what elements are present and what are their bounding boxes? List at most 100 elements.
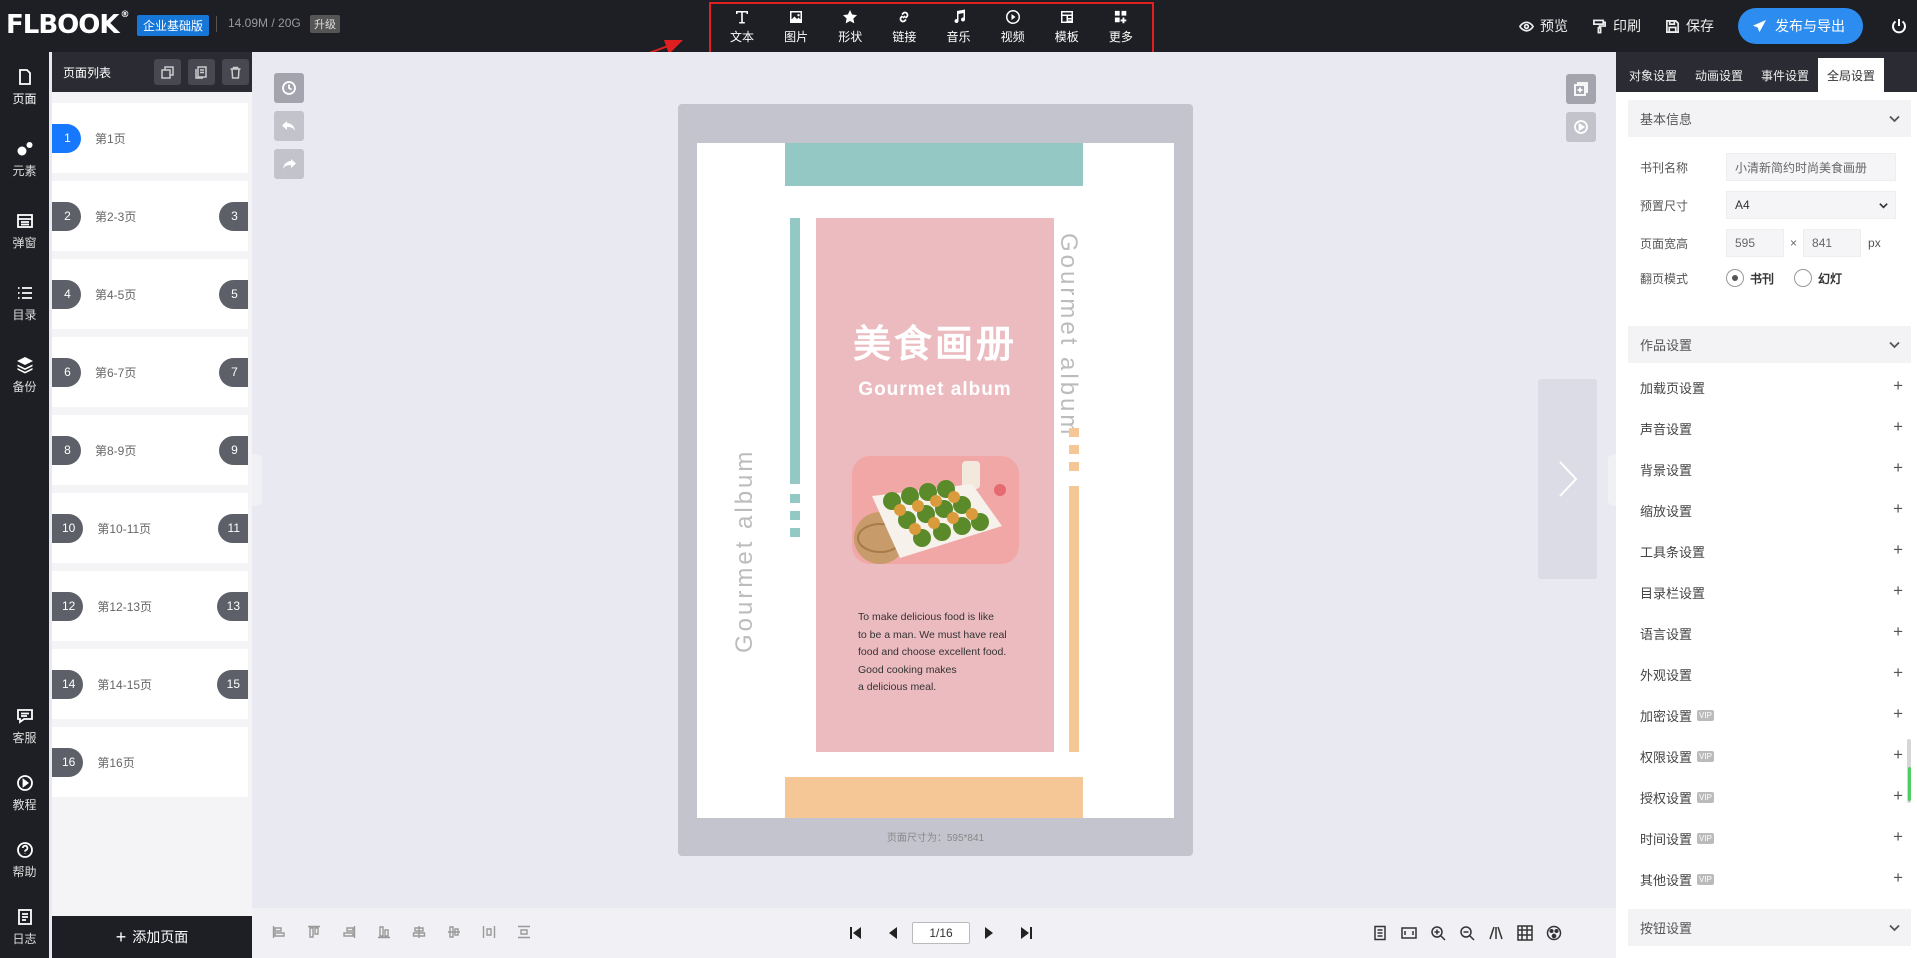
bottom-peach-band[interactable]	[785, 777, 1083, 818]
right-peach-bar[interactable]	[1069, 486, 1079, 752]
last-page-button[interactable]	[1018, 926, 1036, 940]
color-theme-button[interactable]	[1546, 925, 1562, 941]
tool-video[interactable]: 视频	[989, 9, 1037, 45]
nav-support[interactable]: 客服	[0, 707, 49, 746]
align-center-button[interactable]	[412, 925, 426, 939]
play-preview-button[interactable]	[1566, 112, 1596, 142]
works-setting-item[interactable]: 其他设置 VIP +	[1640, 868, 1903, 889]
expand-plus-icon[interactable]: +	[1893, 540, 1903, 560]
works-setting-item[interactable]: 加载页设置 +	[1640, 376, 1903, 397]
nav-pages[interactable]: 页面	[0, 68, 49, 107]
app-logo[interactable]: FLBOOK ®	[6, 10, 130, 40]
undo-button[interactable]	[274, 111, 304, 141]
zoom-out-button[interactable]	[1459, 925, 1475, 941]
history-button[interactable]	[274, 73, 304, 103]
zoom-in-button[interactable]	[1430, 925, 1446, 941]
page-list-item[interactable]: 2 第2-3页 3	[52, 181, 248, 251]
page-list-item[interactable]: 4 第4-5页 5	[52, 259, 248, 329]
top-teal-band[interactable]	[785, 143, 1083, 186]
book-name-input[interactable]: 小清新简约时尚美食画册	[1726, 153, 1896, 181]
tool-shape[interactable]: 形状	[826, 9, 874, 45]
page-list-item[interactable]: 6 第6-7页 7	[52, 337, 248, 407]
mode-slide-radio[interactable]: 幻灯	[1794, 269, 1842, 287]
publish-export-button[interactable]: 发布与导出	[1738, 8, 1863, 44]
left-vertical-text[interactable]: Gourmet album	[731, 449, 758, 653]
page-width-input[interactable]: 595	[1726, 229, 1784, 257]
works-settings-header[interactable]: 作品设置	[1628, 326, 1911, 363]
works-setting-item[interactable]: 加密设置 VIP +	[1640, 704, 1903, 725]
teal-dot[interactable]	[790, 494, 800, 503]
expand-plus-icon[interactable]: +	[1893, 499, 1903, 519]
tool-text[interactable]: 文本	[718, 9, 766, 45]
works-setting-item[interactable]: 目录栏设置 +	[1640, 581, 1903, 602]
mode-book-radio[interactable]: 书刊	[1726, 269, 1774, 287]
works-setting-item[interactable]: 缩放设置 +	[1640, 499, 1903, 520]
cover-title-cn[interactable]: 美食画册	[816, 313, 1054, 368]
expand-plus-icon[interactable]: +	[1893, 622, 1903, 642]
works-setting-item[interactable]: 语言设置 +	[1640, 622, 1903, 643]
page-list-item[interactable]: 14 第14-15页 15	[52, 649, 248, 719]
align-left-button[interactable]	[272, 925, 286, 939]
expand-plus-icon[interactable]: +	[1893, 868, 1903, 888]
basic-info-header[interactable]: 基本信息	[1628, 100, 1911, 137]
expand-plus-icon[interactable]: +	[1893, 376, 1903, 396]
expand-plus-icon[interactable]: +	[1893, 417, 1903, 437]
logout-button[interactable]	[1881, 0, 1917, 52]
tool-link[interactable]: 链接	[880, 9, 928, 45]
print-button[interactable]: 印刷	[1592, 16, 1641, 36]
right-vertical-text[interactable]: Gourmet album	[1055, 233, 1082, 437]
nav-popups[interactable]: 弹窗	[0, 212, 49, 251]
works-setting-item[interactable]: 背景设置 +	[1640, 458, 1903, 479]
delete-page-button[interactable]	[222, 59, 249, 85]
works-setting-item[interactable]: 时间设置 VIP +	[1640, 827, 1903, 848]
page-list-item[interactable]: 10 第10-11页 11	[52, 493, 248, 563]
teal-dot[interactable]	[790, 528, 800, 537]
button-settings-header[interactable]: 按钮设置	[1628, 909, 1911, 946]
page-canvas[interactable]: Gourmet album Gourmet album 美食画册 Gourmet…	[697, 143, 1174, 818]
upgrade-button[interactable]: 升级	[310, 15, 340, 33]
save-button[interactable]: 保存	[1665, 16, 1714, 36]
spread-view-button[interactable]	[1401, 925, 1417, 941]
expand-plus-icon[interactable]: +	[1893, 786, 1903, 806]
cover-body-text[interactable]: To make delicious food is like to be a m…	[858, 609, 1048, 697]
collapse-left-handle[interactable]	[252, 454, 262, 506]
nav-help[interactable]: 帮助	[0, 841, 49, 880]
expand-plus-icon[interactable]: +	[1893, 581, 1903, 601]
tab-global-settings[interactable]: 全局设置	[1818, 58, 1885, 92]
works-setting-item[interactable]: 权限设置 VIP +	[1640, 745, 1903, 766]
page-number-input[interactable]: 1/16	[912, 922, 970, 944]
peach-dot[interactable]	[1069, 428, 1079, 437]
align-right-button[interactable]	[342, 925, 356, 939]
expand-plus-icon[interactable]: +	[1893, 458, 1903, 478]
next-page-button[interactable]	[1538, 379, 1597, 579]
expand-plus-icon[interactable]: +	[1893, 827, 1903, 847]
expand-plus-icon[interactable]: +	[1893, 704, 1903, 724]
page-list-item[interactable]: 12 第12-13页 13	[52, 571, 248, 641]
duplicate-page-button[interactable]	[154, 59, 181, 85]
page-list-item[interactable]: 8 第8-9页 9	[52, 415, 248, 485]
redo-button[interactable]	[274, 149, 304, 179]
nav-tutorial[interactable]: 教程	[0, 774, 49, 813]
copy-page-button[interactable]	[188, 59, 215, 85]
cover-title-en[interactable]: Gourmet album	[816, 379, 1054, 401]
preset-size-select[interactable]: A4	[1726, 191, 1896, 219]
peach-dot[interactable]	[1069, 462, 1079, 471]
next-page-pager-button[interactable]	[980, 926, 998, 940]
left-teal-bar[interactable]	[790, 218, 800, 484]
page-list-item[interactable]: 1 第1页	[52, 103, 248, 173]
tool-music[interactable]: 音乐	[935, 9, 983, 45]
add-layer-button[interactable]	[1566, 74, 1596, 104]
ruler-button[interactable]	[1488, 925, 1504, 941]
page-list-item[interactable]: 16 第16页	[52, 727, 248, 797]
grid-button[interactable]	[1517, 925, 1533, 941]
align-bottom-button[interactable]	[377, 925, 391, 939]
tab-object-settings[interactable]: 对象设置	[1620, 58, 1686, 92]
add-page-button[interactable]: + 添加页面	[52, 916, 252, 958]
single-page-view-button[interactable]	[1372, 925, 1388, 941]
align-top-button[interactable]	[307, 925, 321, 939]
tool-more[interactable]: 更多	[1097, 9, 1145, 45]
teal-dot[interactable]	[790, 511, 800, 520]
peach-dot[interactable]	[1069, 445, 1079, 454]
tool-image[interactable]: 图片	[772, 9, 820, 45]
expand-plus-icon[interactable]: +	[1893, 745, 1903, 765]
